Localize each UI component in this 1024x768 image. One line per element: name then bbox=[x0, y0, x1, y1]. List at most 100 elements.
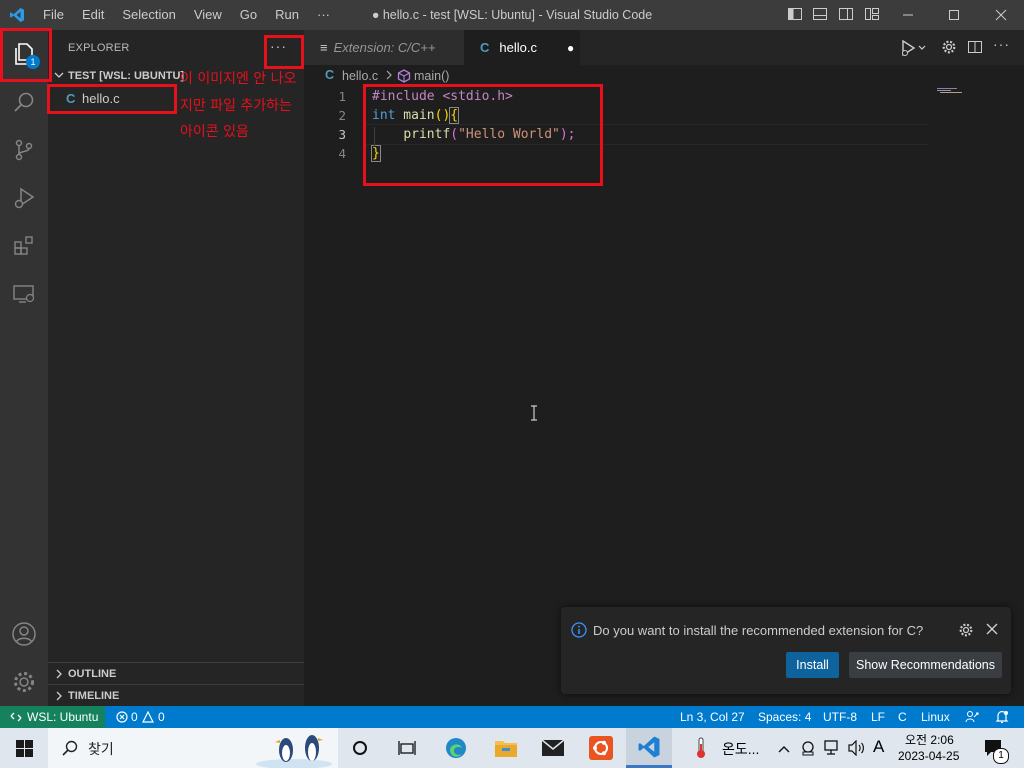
mail-icon[interactable] bbox=[541, 739, 565, 760]
annotation-box-file bbox=[47, 84, 177, 114]
vscode-taskbar-button[interactable] bbox=[626, 728, 672, 768]
menu-selection[interactable]: Selection bbox=[113, 0, 184, 30]
breadcrumb-file[interactable]: hello.c bbox=[342, 69, 378, 83]
line-number: 2 bbox=[338, 108, 346, 123]
cortana-icon[interactable] bbox=[352, 740, 368, 759]
timeline-label: TIMELINE bbox=[68, 690, 120, 702]
extensions-icon bbox=[14, 236, 33, 255]
task-view-icon[interactable] bbox=[398, 739, 416, 760]
split-editor-icon[interactable] bbox=[967, 39, 983, 58]
end-of-line[interactable]: LF bbox=[871, 706, 885, 728]
clock-date[interactable]: 2023-04-25 bbox=[898, 749, 959, 763]
manage-activity-button[interactable] bbox=[0, 658, 48, 706]
info-icon bbox=[571, 622, 587, 641]
recommendation-notification: Do you want to install the recommended e… bbox=[561, 607, 1011, 694]
weather-label[interactable]: 온도... bbox=[722, 739, 759, 759]
tray-app-icon[interactable] bbox=[800, 740, 816, 759]
activity-bar: 1 bbox=[0, 30, 48, 706]
menu-go[interactable]: Go bbox=[231, 0, 266, 30]
line-number: 3 bbox=[338, 127, 346, 142]
toggle-panel-icon[interactable] bbox=[812, 6, 830, 24]
ime-indicator[interactable]: A bbox=[873, 737, 884, 757]
vscode-logo-icon bbox=[9, 7, 25, 23]
tab-extension-c-cpp[interactable]: ≡ Extension: C/C++ bbox=[304, 30, 464, 65]
volume-icon[interactable] bbox=[848, 739, 866, 759]
menu-file[interactable]: File bbox=[34, 0, 73, 30]
maximize-button[interactable] bbox=[931, 0, 977, 30]
annotation-box-code bbox=[363, 84, 603, 186]
toggle-primary-sidebar-icon[interactable] bbox=[787, 6, 805, 24]
editor-settings-gear-icon[interactable] bbox=[941, 39, 957, 58]
close-notification-icon[interactable] bbox=[986, 623, 998, 638]
outline-label: OUTLINE bbox=[68, 668, 117, 680]
preview-icon: ≡ bbox=[320, 40, 328, 55]
network-icon[interactable] bbox=[824, 740, 842, 759]
remote-label[interactable]: WSL: Ubuntu bbox=[27, 706, 98, 728]
unsaved-dot-icon[interactable]: ● bbox=[567, 41, 574, 55]
menu-run[interactable]: Run bbox=[266, 0, 308, 30]
extensions-activity-button[interactable] bbox=[0, 222, 48, 270]
edge-browser-icon[interactable] bbox=[444, 736, 468, 763]
clock-time[interactable]: 오전 2:06 bbox=[905, 731, 954, 748]
tab-label: Extension: C/C++ bbox=[333, 40, 436, 55]
annotation-box-explorer bbox=[0, 28, 52, 82]
minimap[interactable] bbox=[934, 87, 1024, 97]
show-recommendations-button[interactable]: Show Recommendations bbox=[849, 652, 1002, 678]
customize-layout-icon[interactable] bbox=[864, 6, 882, 24]
encoding[interactable]: UTF-8 bbox=[823, 706, 857, 728]
notification-settings-gear-icon[interactable] bbox=[958, 622, 974, 641]
vscode-logo-icon bbox=[637, 735, 661, 762]
annotation-box-more bbox=[264, 35, 304, 69]
annotation-text-line1: 이 이미지엔 안 나오 bbox=[180, 71, 297, 87]
ubuntu-icon[interactable] bbox=[589, 736, 613, 763]
weather-thermometer-icon[interactable] bbox=[694, 736, 708, 763]
remote-explorer-activity-button[interactable] bbox=[0, 270, 48, 318]
taskbar-search-box[interactable]: 찾기 bbox=[48, 728, 338, 768]
status-bar: WSL: Ubuntu 0 0 Ln 3, Col 27 Spaces: 4 U… bbox=[0, 706, 1024, 728]
chevron-right-icon bbox=[384, 69, 394, 84]
account-icon bbox=[12, 622, 36, 646]
tab-hello-c[interactable]: C hello.c ● bbox=[464, 30, 580, 65]
folder-name: TEST [WSL: UBUNTU] bbox=[68, 70, 185, 82]
install-button[interactable]: Install bbox=[786, 652, 839, 678]
error-count[interactable]: 0 bbox=[131, 706, 138, 728]
language-mode[interactable]: C bbox=[898, 706, 907, 728]
accounts-activity-button[interactable] bbox=[0, 610, 48, 658]
penguins-illustration-icon bbox=[256, 728, 336, 768]
cursor-position[interactable]: Ln 3, Col 27 bbox=[680, 706, 745, 728]
run-debug-icon bbox=[14, 187, 35, 209]
menu-view[interactable]: View bbox=[185, 0, 231, 30]
explorer-sidebar: EXPLORER ··· TEST [WSL: UBUNTU] C hello.… bbox=[48, 30, 304, 706]
close-window-button[interactable] bbox=[978, 0, 1024, 30]
action-center-count: 1 bbox=[993, 748, 1009, 764]
menu-edit[interactable]: Edit bbox=[73, 0, 113, 30]
chevron-right-icon bbox=[53, 690, 65, 705]
more-actions-button[interactable]: ··· bbox=[993, 36, 1010, 52]
run-debug-activity-button[interactable] bbox=[0, 174, 48, 222]
source-control-activity-button[interactable] bbox=[0, 126, 48, 174]
error-icon bbox=[116, 706, 128, 730]
os-indicator[interactable]: Linux bbox=[921, 706, 950, 728]
minimize-button[interactable] bbox=[885, 0, 931, 30]
indentation[interactable]: Spaces: 4 bbox=[758, 706, 811, 728]
search-activity-button[interactable] bbox=[0, 78, 48, 126]
menu-more[interactable]: ··· bbox=[308, 0, 339, 30]
chevron-up-icon[interactable] bbox=[778, 742, 790, 757]
manage-gear-icon bbox=[14, 672, 34, 692]
warning-icon bbox=[142, 706, 154, 730]
chevron-down-icon bbox=[53, 69, 65, 84]
search-icon bbox=[62, 740, 78, 759]
menu-bar: File Edit Selection View Go Run ··· bbox=[34, 0, 339, 30]
timeline-section-header[interactable]: TIMELINE bbox=[48, 684, 304, 707]
c-file-icon: C bbox=[480, 40, 490, 55]
run-code-button[interactable] bbox=[899, 39, 929, 57]
windows-start-icon[interactable] bbox=[16, 740, 33, 760]
toggle-secondary-sidebar-icon[interactable] bbox=[838, 6, 856, 24]
file-explorer-icon[interactable] bbox=[494, 737, 518, 762]
outline-section-header[interactable]: OUTLINE bbox=[48, 662, 304, 685]
editor-tab-bar: ≡ Extension: C/C++ C hello.c ● ··· bbox=[304, 30, 1024, 65]
breadcrumb-symbol[interactable]: main() bbox=[414, 69, 449, 83]
line-number: 4 bbox=[338, 146, 346, 161]
warning-count[interactable]: 0 bbox=[158, 706, 165, 728]
source-control-icon bbox=[15, 139, 33, 161]
